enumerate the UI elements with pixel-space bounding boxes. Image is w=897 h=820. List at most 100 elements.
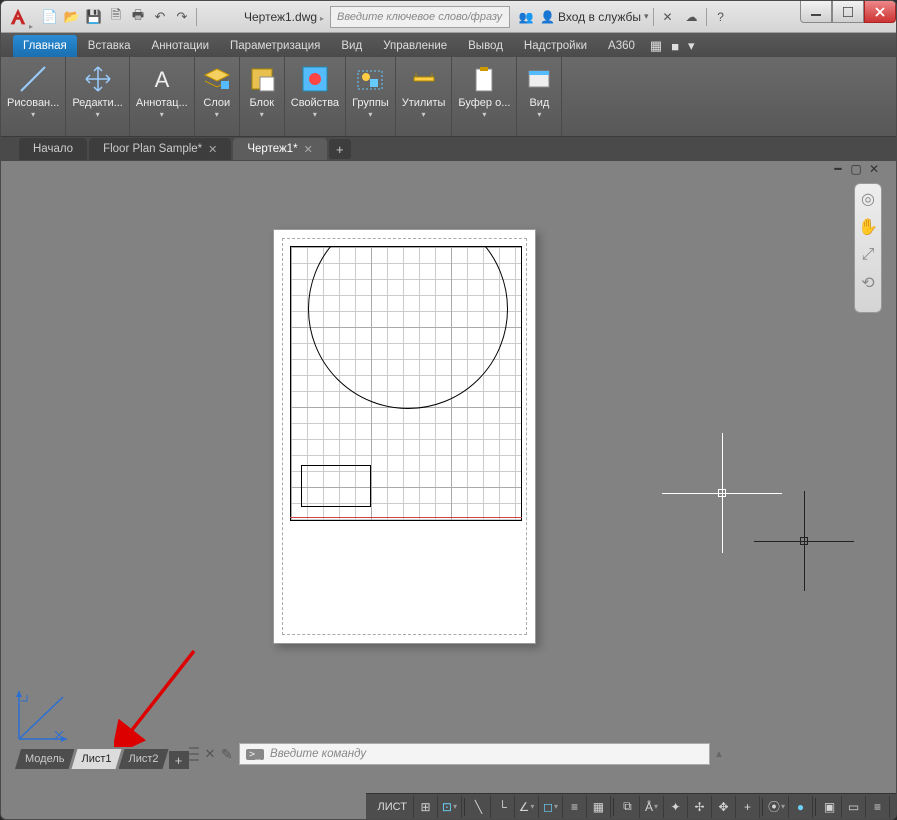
commandline-customize-icon[interactable]: ✎ bbox=[221, 746, 235, 763]
crosshair-cursor-secondary bbox=[744, 481, 864, 601]
search-input[interactable]: Введите ключевое слово/фразу bbox=[330, 6, 510, 28]
clean-screen-button[interactable]: ▭ bbox=[842, 796, 866, 818]
transparency-toggle[interactable]: ▦ bbox=[587, 796, 611, 818]
new-layout-button[interactable]: + bbox=[169, 751, 189, 769]
ribbon-tab-вставка[interactable]: Вставка bbox=[78, 35, 141, 57]
isolate-objects-button[interactable]: ▣ bbox=[818, 796, 842, 818]
zoom-icon[interactable]: ⤢ bbox=[859, 246, 877, 264]
annotation-monitor-icon[interactable]: + bbox=[736, 796, 760, 818]
title-right-group: 👥 👤Вход в службы ✕ ☁ ? bbox=[516, 7, 730, 27]
annotation-visibility-toggle[interactable]: ✦ bbox=[664, 796, 688, 818]
commandline-close-icon[interactable]: ✕ bbox=[203, 746, 217, 762]
document-title[interactable]: Чертеж1.dwg bbox=[244, 10, 324, 24]
navwheel-icon[interactable]: ◎ bbox=[859, 190, 877, 208]
ribbon-option-icon[interactable]: ▦ bbox=[646, 35, 666, 57]
ribbon-tab-a360[interactable]: A360 bbox=[598, 35, 645, 57]
viewport-boundary-line bbox=[290, 517, 522, 518]
document-tab[interactable]: Начало bbox=[19, 138, 87, 160]
crosshair-cursor bbox=[662, 433, 782, 553]
commandline-grip[interactable] bbox=[189, 745, 199, 763]
undo-button[interactable]: ↶ bbox=[149, 6, 171, 28]
close-button[interactable] bbox=[864, 1, 896, 23]
ortho-toggle[interactable]: └ bbox=[491, 796, 515, 818]
minimize-button[interactable] bbox=[800, 1, 832, 23]
a360-icon[interactable]: ☁ bbox=[682, 7, 702, 27]
ribbon-button-group[interactable]: Группы bbox=[346, 59, 395, 121]
tab-close-icon[interactable]: ✕ bbox=[304, 143, 313, 156]
canvas-minimize-icon[interactable]: ━ bbox=[830, 161, 846, 177]
document-tab[interactable]: Floor Plan Sample*✕ bbox=[89, 138, 231, 160]
ribbon-tab-вывод[interactable]: Вывод bbox=[458, 35, 513, 57]
workspace-switcher[interactable]: ✥ bbox=[712, 796, 736, 818]
ucs-icon[interactable] bbox=[13, 683, 75, 745]
annotation-scale-button[interactable]: Å bbox=[640, 796, 664, 818]
ribbon-tab-вид[interactable]: Вид bbox=[331, 35, 372, 57]
maximize-button[interactable] bbox=[832, 1, 864, 23]
app-menu-button[interactable] bbox=[1, 1, 35, 33]
ribbon: Рисован...Редакти...AАннотац...СлоиБлокС… bbox=[1, 57, 896, 137]
ribbon-option-icon[interactable]: ▾ bbox=[684, 35, 699, 57]
text-icon: A bbox=[146, 63, 178, 95]
ribbon-button-line[interactable]: Рисован... bbox=[1, 59, 65, 121]
grid-toggle[interactable]: ⊡ bbox=[438, 796, 462, 818]
annotation-arrow bbox=[114, 647, 204, 747]
canvas-maximize-icon[interactable]: ▢ bbox=[848, 161, 864, 177]
ribbon-tab-параметризация[interactable]: Параметризация bbox=[220, 35, 330, 57]
ribbon-button-clip[interactable]: Буфер о... bbox=[452, 59, 516, 121]
snap-toggle[interactable]: ╲ bbox=[467, 796, 491, 818]
navigation-bar[interactable]: ◎ ✋ ⤢ ⟲ bbox=[854, 183, 882, 313]
layout-tab-лист2[interactable]: Лист2 bbox=[119, 749, 169, 769]
commandline-history-icon[interactable]: ▲ bbox=[714, 749, 728, 760]
ribbon-button-move[interactable]: Редакти... bbox=[66, 59, 129, 121]
save-button[interactable]: 💾 bbox=[83, 6, 105, 28]
infocenter-icon[interactable]: 👥 bbox=[516, 7, 536, 27]
ribbon-button-view[interactable]: Вид bbox=[517, 59, 561, 121]
selection-cycling-toggle[interactable]: ⧉ bbox=[616, 796, 640, 818]
pan-icon[interactable]: ✋ bbox=[859, 218, 877, 236]
lineweight-toggle[interactable]: ≡ bbox=[563, 796, 587, 818]
view-icon bbox=[523, 63, 555, 95]
ribbon-button-block[interactable]: Блок bbox=[240, 59, 284, 121]
open-button[interactable]: 📂 bbox=[61, 6, 83, 28]
osnap-toggle[interactable]: ◻ bbox=[539, 796, 563, 818]
group-icon bbox=[354, 63, 386, 95]
ribbon-tab-главная[interactable]: Главная bbox=[13, 35, 77, 57]
document-tab[interactable]: Чертеж1*✕ bbox=[233, 138, 326, 160]
help-icon[interactable]: ? bbox=[711, 7, 731, 27]
ribbon-button-text[interactable]: AАннотац... bbox=[130, 59, 194, 121]
polar-toggle[interactable]: ∠ bbox=[515, 796, 539, 818]
new-button[interactable]: 📄 bbox=[39, 6, 61, 28]
props-icon bbox=[299, 63, 331, 95]
ribbon-button-props[interactable]: Свойства bbox=[285, 59, 345, 121]
hardware-accel-toggle[interactable]: ● bbox=[789, 796, 813, 818]
orbit-icon[interactable]: ⟲ bbox=[859, 274, 877, 292]
ribbon-tab-управление[interactable]: Управление bbox=[373, 35, 457, 57]
annotation-autoscale-toggle[interactable]: ✢ bbox=[688, 796, 712, 818]
rectangle-entity[interactable] bbox=[301, 465, 371, 507]
exchange-icon[interactable]: ✕ bbox=[658, 7, 678, 27]
signin-button[interactable]: 👤Вход в службы bbox=[540, 10, 648, 24]
print-button[interactable]: 🖶 bbox=[127, 6, 149, 28]
ribbon-option-icon[interactable]: ■ bbox=[667, 35, 683, 57]
customize-status-icon[interactable]: ≡ bbox=[866, 796, 890, 818]
paper-model-toggle[interactable]: ⊞ bbox=[414, 796, 438, 818]
redo-button[interactable]: ↷ bbox=[171, 6, 193, 28]
saveas-button[interactable]: 🗎 bbox=[105, 6, 127, 28]
drawing-area[interactable]: ━ ▢ ✕ ◎ ✋ ⤢ ⟲ bbox=[9, 161, 888, 769]
new-tab-button[interactable]: + bbox=[329, 139, 351, 159]
tab-close-icon[interactable]: ✕ bbox=[208, 143, 217, 156]
layout-tabs: МодельЛист1Лист2+ bbox=[15, 747, 189, 769]
command-input[interactable]: Введите команду bbox=[239, 743, 710, 765]
layout-paper[interactable] bbox=[273, 229, 536, 644]
ribbon-tab-аннотации[interactable]: Аннотации bbox=[142, 35, 219, 57]
space-label[interactable]: ЛИСТ bbox=[372, 796, 414, 818]
layout-tab-лист1[interactable]: Лист1 bbox=[71, 749, 121, 769]
layout-tab-модель[interactable]: Модель bbox=[15, 749, 74, 769]
ribbon-tab-надстройки[interactable]: Надстройки bbox=[514, 35, 597, 57]
canvas-close-icon[interactable]: ✕ bbox=[866, 161, 882, 177]
viewport[interactable] bbox=[290, 246, 522, 521]
units-button[interactable]: ⦿ bbox=[765, 796, 789, 818]
ribbon-button-layers[interactable]: Слои bbox=[195, 59, 239, 121]
block-icon bbox=[246, 63, 278, 95]
ribbon-button-util[interactable]: Утилиты bbox=[396, 59, 452, 121]
